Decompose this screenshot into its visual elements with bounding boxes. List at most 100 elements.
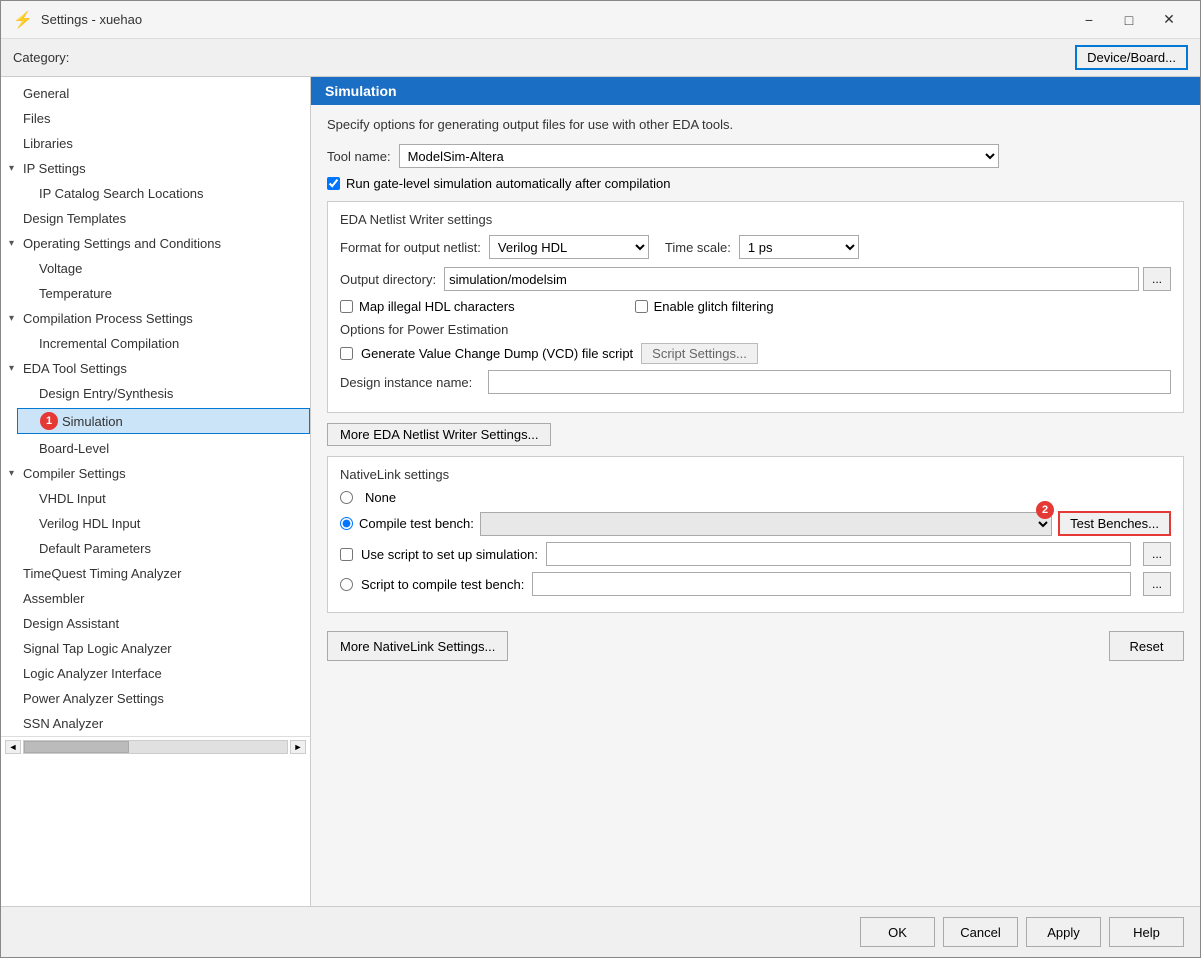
- test-benches-button[interactable]: Test Benches...: [1058, 511, 1171, 536]
- sidebar-item-libraries[interactable]: Libraries: [1, 131, 310, 156]
- sidebar-item-default-params[interactable]: Default Parameters: [1, 536, 310, 561]
- sidebar: General Files Libraries ▾IP Settings IP …: [1, 77, 311, 906]
- scroll-thumb: [24, 741, 129, 753]
- minimize-button[interactable]: −: [1070, 6, 1108, 34]
- description-text: Specify options for generating output fi…: [327, 117, 1184, 132]
- reset-button[interactable]: Reset: [1109, 631, 1184, 661]
- design-instance-label: Design instance name:: [340, 375, 472, 390]
- sidebar-item-files[interactable]: Files: [1, 106, 310, 131]
- sidebar-item-general[interactable]: General: [1, 81, 310, 106]
- power-title: Options for Power Estimation: [340, 322, 1171, 337]
- map-illegal-label[interactable]: Map illegal HDL characters: [359, 299, 515, 314]
- expand-icon: ▾: [9, 238, 23, 249]
- run-gate-level-label[interactable]: Run gate-level simulation automatically …: [346, 176, 670, 191]
- design-instance-input[interactable]: [488, 370, 1171, 394]
- generate-vcd-row: Generate Value Change Dump (VCD) file sc…: [340, 343, 1171, 364]
- sidebar-item-compilation[interactable]: ▾Compilation Process Settings: [1, 306, 310, 331]
- sidebar-item-verilog[interactable]: Verilog HDL Input: [1, 511, 310, 536]
- use-script-input[interactable]: [546, 542, 1131, 566]
- script-compile-row: Script to compile test bench: ...: [340, 572, 1171, 596]
- content-area: General Files Libraries ▾IP Settings IP …: [1, 76, 1200, 906]
- sidebar-item-logic-analyzer[interactable]: Logic Analyzer Interface: [1, 661, 310, 686]
- window-controls: − □ ✕: [1070, 6, 1188, 34]
- time-scale-select[interactable]: 1 ps: [739, 235, 859, 259]
- format-timescale-row: Format for output netlist: Verilog HDL T…: [340, 235, 1171, 259]
- netlist-title: EDA Netlist Writer settings: [340, 212, 1171, 227]
- sidebar-item-ip-settings[interactable]: ▾IP Settings: [1, 156, 310, 181]
- sidebar-item-timequest[interactable]: TimeQuest Timing Analyzer: [1, 561, 310, 586]
- sidebar-item-assembler[interactable]: Assembler: [1, 586, 310, 611]
- design-instance-row: Design instance name:: [340, 370, 1171, 394]
- output-dir-label: Output directory:: [340, 272, 436, 287]
- more-nativelink-button[interactable]: More NativeLink Settings...: [327, 631, 508, 661]
- panel-content: Specify options for generating output fi…: [311, 105, 1200, 906]
- compile-test-bench-select[interactable]: [480, 512, 1052, 536]
- tool-name-select[interactable]: ModelSim-Altera: [399, 144, 999, 168]
- compile-test-bench-radio[interactable]: [340, 517, 353, 530]
- right-panel: Simulation Specify options for generatin…: [311, 77, 1200, 906]
- help-button[interactable]: Help: [1109, 917, 1184, 947]
- sidebar-item-temperature[interactable]: Temperature: [1, 281, 310, 306]
- sidebar-item-power-analyzer[interactable]: Power Analyzer Settings: [1, 686, 310, 711]
- use-script-label[interactable]: Use script to set up simulation:: [361, 547, 538, 562]
- run-gate-level-row: Run gate-level simulation automatically …: [327, 176, 1184, 191]
- nativelink-title: NativeLink settings: [340, 467, 1171, 482]
- output-dir-browse-button[interactable]: ...: [1143, 267, 1171, 291]
- format-select[interactable]: Verilog HDL: [489, 235, 649, 259]
- badge-1: 1: [40, 412, 58, 430]
- scroll-right-button[interactable]: ►: [290, 740, 306, 754]
- use-script-checkbox[interactable]: [340, 548, 353, 561]
- use-script-browse-button[interactable]: ...: [1143, 542, 1171, 566]
- script-compile-radio[interactable]: [340, 578, 353, 591]
- ok-button[interactable]: OK: [860, 917, 935, 947]
- script-compile-input[interactable]: [532, 572, 1131, 596]
- map-illegal-checkbox[interactable]: [340, 300, 353, 313]
- sidebar-item-vhdl[interactable]: VHDL Input: [1, 486, 310, 511]
- sidebar-item-voltage[interactable]: Voltage: [1, 256, 310, 281]
- generate-vcd-checkbox[interactable]: [340, 347, 353, 360]
- script-compile-label[interactable]: Script to compile test bench:: [361, 577, 524, 592]
- run-gate-level-checkbox[interactable]: [327, 177, 340, 190]
- expand-icon: ▾: [9, 468, 23, 479]
- expand-icon: ▾: [9, 363, 23, 374]
- two-col-checks: Map illegal HDL characters Enable glitch…: [340, 299, 1171, 314]
- compile-test-bench-row: Compile test bench: Test Benches... 2: [340, 511, 1171, 536]
- sidebar-item-design-assistant[interactable]: Design Assistant: [1, 611, 310, 636]
- script-settings-button[interactable]: Script Settings...: [641, 343, 758, 364]
- time-scale-label: Time scale:: [665, 240, 731, 255]
- window-title: Settings - xuehao: [41, 12, 1070, 27]
- enable-glitch-checkbox[interactable]: [635, 300, 648, 313]
- apply-button[interactable]: Apply: [1026, 917, 1101, 947]
- sidebar-item-ip-catalog[interactable]: IP Catalog Search Locations: [1, 181, 310, 206]
- maximize-button[interactable]: □: [1110, 6, 1148, 34]
- sidebar-item-ssn[interactable]: SSN Analyzer: [1, 711, 310, 736]
- power-section: Options for Power Estimation Generate Va…: [340, 322, 1171, 394]
- sidebar-item-design-templates[interactable]: Design Templates: [1, 206, 310, 231]
- sidebar-item-signal-tap[interactable]: Signal Tap Logic Analyzer: [1, 636, 310, 661]
- device-board-button[interactable]: Device/Board...: [1075, 45, 1188, 70]
- sidebar-item-compiler-settings[interactable]: ▾Compiler Settings: [1, 461, 310, 486]
- cancel-button[interactable]: Cancel: [943, 917, 1018, 947]
- tool-name-label: Tool name:: [327, 149, 391, 164]
- enable-glitch-check-item: Enable glitch filtering: [635, 299, 774, 314]
- none-radio[interactable]: [340, 491, 353, 504]
- scroll-track: [23, 740, 288, 754]
- sidebar-item-operating[interactable]: ▾Operating Settings and Conditions: [1, 231, 310, 256]
- sidebar-item-simulation[interactable]: 1Simulation: [1, 406, 310, 436]
- enable-glitch-label[interactable]: Enable glitch filtering: [654, 299, 774, 314]
- sidebar-item-design-entry[interactable]: Design Entry/Synthesis: [1, 381, 310, 406]
- app-icon: ⚡: [13, 10, 33, 30]
- script-compile-browse-button[interactable]: ...: [1143, 572, 1171, 596]
- expand-icon: ▾: [9, 313, 23, 324]
- generate-vcd-label[interactable]: Generate Value Change Dump (VCD) file sc…: [361, 346, 633, 361]
- sidebar-item-board-level[interactable]: Board-Level: [1, 436, 310, 461]
- sidebar-item-eda-tool[interactable]: ▾EDA Tool Settings: [1, 356, 310, 381]
- compile-test-bench-label[interactable]: Compile test bench:: [359, 516, 474, 531]
- close-button[interactable]: ✕: [1150, 6, 1188, 34]
- format-label: Format for output netlist:: [340, 240, 481, 255]
- output-dir-input[interactable]: [444, 267, 1139, 291]
- scroll-left-button[interactable]: ◄: [5, 740, 21, 754]
- more-netlist-button[interactable]: More EDA Netlist Writer Settings...: [327, 423, 551, 446]
- none-label[interactable]: None: [365, 490, 396, 505]
- sidebar-item-incremental[interactable]: Incremental Compilation: [1, 331, 310, 356]
